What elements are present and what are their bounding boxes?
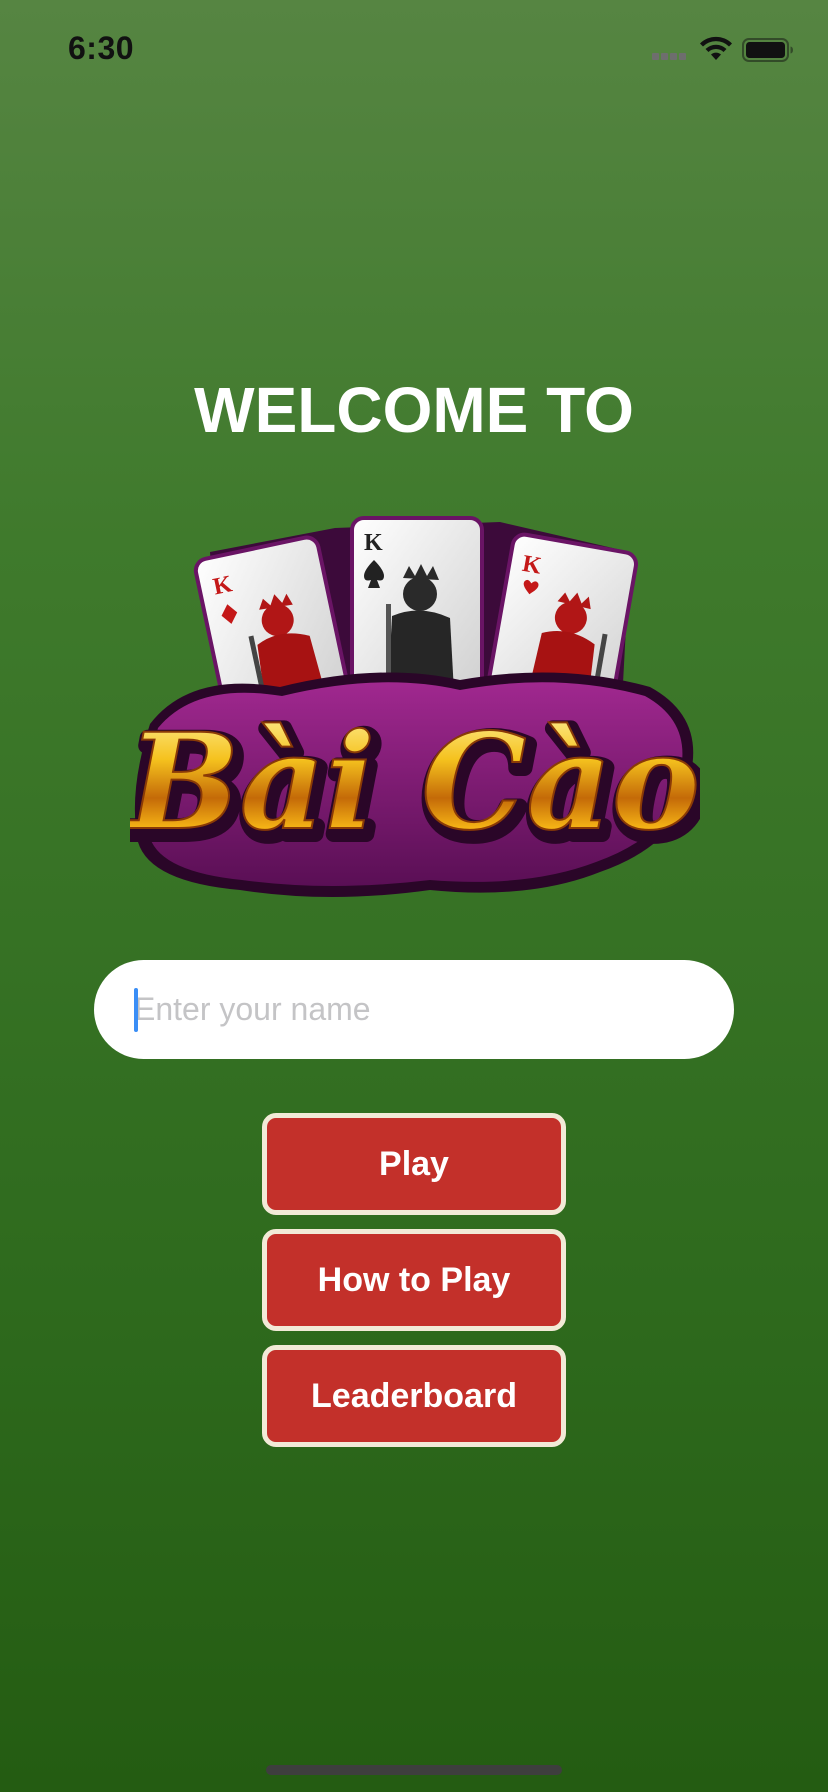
play-button[interactable]: Play (262, 1113, 566, 1215)
battery-icon (742, 38, 793, 62)
cellular-signal-icon (652, 53, 690, 61)
card-rank: K (364, 530, 383, 556)
status-bar: 6:30 (0, 0, 828, 100)
welcome-title: WELCOME TO (194, 374, 634, 446)
leaderboard-button[interactable]: Leaderboard (262, 1345, 566, 1447)
logo-wordmark: Bài Cào (130, 705, 700, 860)
home-indicator[interactable] (266, 1765, 562, 1775)
status-time: 6:30 (68, 30, 135, 66)
name-field[interactable] (94, 960, 734, 1059)
how-to-play-button[interactable]: How to Play (262, 1229, 566, 1331)
bai-cao-logo: K K K Bài Cào Bài Cào (130, 516, 700, 897)
name-input[interactable] (134, 960, 694, 1059)
wifi-icon (700, 36, 732, 60)
text-caret (134, 988, 138, 1032)
